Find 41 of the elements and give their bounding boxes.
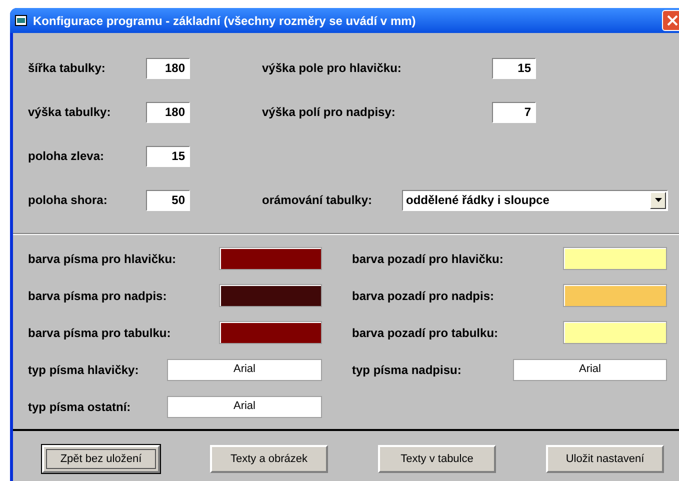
font-button[interactable]: Arial xyxy=(167,396,322,418)
field-label: typ písma hlavičky: xyxy=(28,362,140,378)
field-label: orámování tabulky: xyxy=(262,192,374,209)
field-label: barva písma pro nadpis: xyxy=(28,288,168,304)
field-label: barva písma pro hlavičku: xyxy=(28,250,178,268)
color-swatch[interactable] xyxy=(219,247,322,270)
font-button[interactable]: Arial xyxy=(513,358,667,380)
number-field[interactable]: 15 xyxy=(492,58,536,78)
close-button[interactable] xyxy=(662,10,679,31)
field-label: šířka tabulky: xyxy=(28,60,106,77)
field-label: výška tabulky: xyxy=(28,104,112,121)
field-label: barva pozadí pro nadpis: xyxy=(352,288,496,304)
number-field[interactable]: 180 xyxy=(146,102,190,122)
dialog-button[interactable]: Texty a obrázek xyxy=(210,445,328,473)
number-field[interactable]: 180 xyxy=(146,58,190,78)
color-swatch[interactable] xyxy=(563,321,667,344)
close-icon xyxy=(667,15,678,26)
field-label: výška pole pro hlavičku: xyxy=(262,60,402,77)
dialog-button[interactable]: Uložit nastavení xyxy=(546,445,664,473)
dialog-button[interactable]: Zpět bez uložení xyxy=(42,445,160,473)
number-field[interactable]: 50 xyxy=(146,190,190,210)
field-label: barva pozadí pro tabulku: xyxy=(352,324,500,342)
dialog-button[interactable]: Texty v tabulce xyxy=(378,445,496,473)
font-button[interactable]: Arial xyxy=(167,358,322,380)
field-label: poloha zleva: xyxy=(28,148,106,165)
field-label: typ písma nadpisu: xyxy=(352,362,462,378)
field-label: barva pozadí pro hlavičku: xyxy=(352,250,504,268)
color-swatch[interactable] xyxy=(219,321,322,344)
dropdown-arrow-icon xyxy=(654,198,662,202)
field-label: výška polí pro nadpisy: xyxy=(262,104,396,121)
field-label: barva písma pro tabulku: xyxy=(28,324,172,342)
color-swatch[interactable] xyxy=(219,284,322,307)
color-swatch[interactable] xyxy=(563,284,667,307)
color-swatch[interactable] xyxy=(563,247,667,270)
dropdown[interactable]: oddělené řádky i sloupce xyxy=(402,190,668,210)
number-field[interactable]: 7 xyxy=(492,102,536,122)
number-field[interactable]: 15 xyxy=(146,146,190,166)
window-icon xyxy=(15,15,27,26)
field-label: typ písma ostatní: xyxy=(28,398,132,416)
window-title: Konfigurace programu - základní (všechny rozměry se uvádí v mm) xyxy=(33,12,416,30)
field-label: poloha shora: xyxy=(28,192,108,209)
